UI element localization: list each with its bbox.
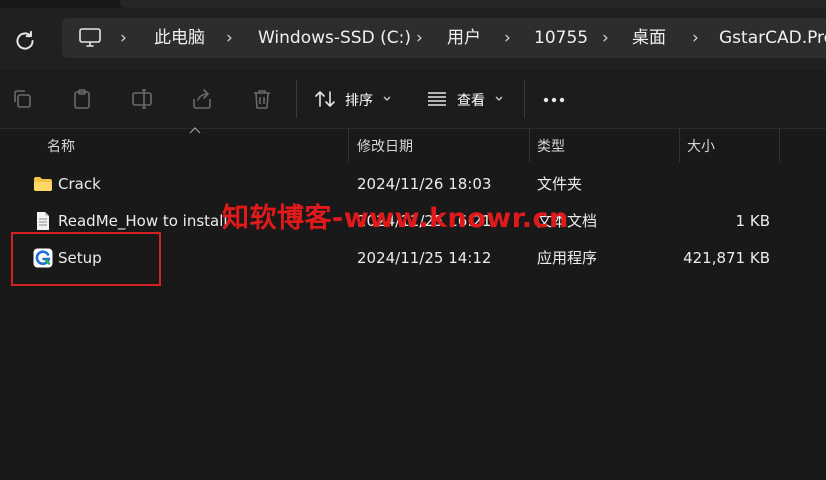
toolbar-divider [296, 80, 297, 118]
breadcrumb-item-user[interactable]: 10755 [534, 26, 588, 50]
chevron-down-icon [383, 96, 391, 101]
file-size: 1 KB [735, 212, 770, 230]
chevron-right-icon[interactable]: › [120, 26, 127, 50]
file-modified: 2024/11/26 18:03 [357, 175, 492, 193]
text-file-icon [37, 212, 49, 230]
view-button[interactable]: 查看 [424, 84, 508, 114]
toolbar-divider [524, 80, 525, 118]
sort-ascending-indicator-icon [189, 127, 201, 134]
view-button-label: 查看 [457, 93, 485, 109]
address-row: › 此电脑 › Windows-SSD (C:) › 用户 › 10755 › … [0, 8, 826, 70]
file-size: 421,871 KB [683, 249, 770, 267]
refresh-icon[interactable] [12, 28, 38, 54]
watermark-text: 知软博客-www.knowr.cn [222, 203, 569, 234]
chevron-right-icon[interactable]: › [416, 26, 423, 50]
file-name: Crack [58, 175, 101, 193]
sort-button[interactable]: 排序 [312, 84, 394, 114]
file-type: 文件夹 [537, 175, 583, 193]
file-type: 应用程序 [537, 249, 598, 267]
folder-icon [34, 177, 52, 191]
this-pc-icon [79, 28, 101, 47]
rename-icon[interactable] [130, 87, 154, 111]
chevron-right-icon[interactable]: › [504, 26, 511, 50]
view-list-icon [428, 92, 446, 106]
address-bar[interactable]: › 此电脑 › Windows-SSD (C:) › 用户 › 10755 › … [62, 18, 826, 58]
chevron-right-icon[interactable]: › [692, 26, 699, 50]
sort-arrows-icon [315, 91, 335, 107]
breadcrumb-item-current-folder[interactable]: GstarCAD.Pro [719, 26, 826, 50]
chevron-right-icon[interactable]: › [602, 26, 609, 50]
column-divider[interactable] [679, 128, 680, 162]
column-header-modified[interactable]: 修改日期 [357, 136, 413, 156]
more-options-icon[interactable] [540, 84, 568, 114]
column-divider[interactable] [779, 128, 780, 162]
window-top-strip [120, 0, 826, 8]
file-name: ReadMe_How to install [58, 212, 228, 230]
delete-icon[interactable] [250, 87, 274, 111]
file-modified: 2024/11/25 14:12 [357, 249, 492, 267]
command-bar: 排序 查看 [0, 70, 826, 129]
breadcrumb-item-users[interactable]: 用户 [447, 26, 481, 50]
breadcrumb-item-drive[interactable]: Windows-SSD (C:) [258, 26, 411, 50]
column-divider[interactable] [348, 128, 349, 162]
copy-icon[interactable] [10, 87, 34, 111]
breadcrumb-item-this-pc[interactable]: 此电脑 [154, 26, 205, 50]
column-header-row: 名称 修改日期 类型 大小 [0, 127, 826, 164]
chevron-right-icon[interactable]: › [226, 26, 233, 50]
sort-button-label: 排序 [345, 93, 373, 109]
column-header-size[interactable]: 大小 [687, 136, 715, 156]
breadcrumb-item-desktop[interactable]: 桌面 [632, 26, 666, 50]
column-divider[interactable] [529, 128, 530, 162]
column-header-name[interactable]: 名称 [47, 136, 75, 156]
highlight-box [11, 232, 161, 286]
share-icon[interactable] [190, 87, 214, 111]
paste-icon[interactable] [70, 87, 94, 111]
chevron-down-icon [495, 96, 503, 101]
column-header-type[interactable]: 类型 [537, 136, 565, 156]
